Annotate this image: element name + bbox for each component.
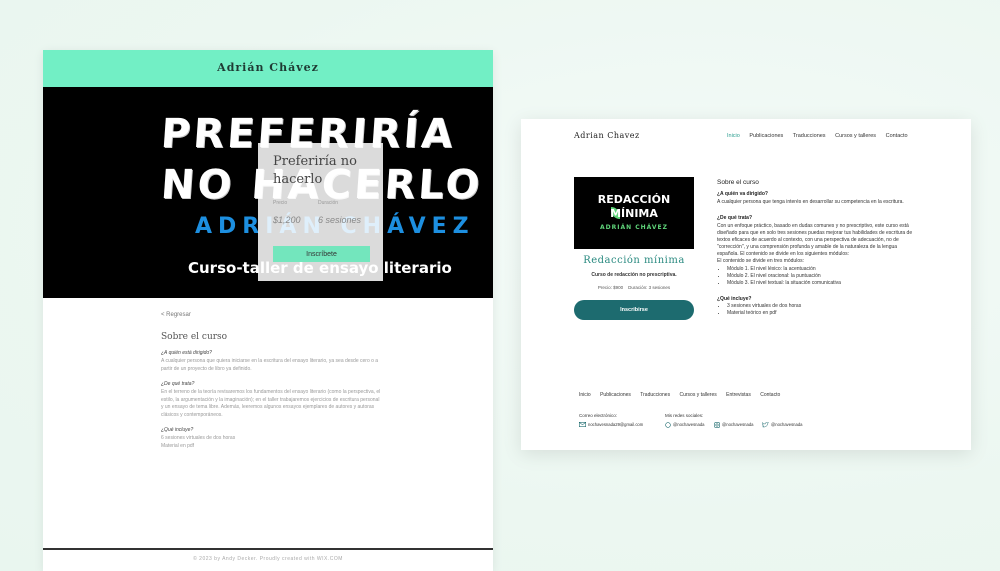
section-title: Sobre el curso (161, 332, 228, 342)
price-value: $1,200 (273, 215, 301, 225)
answer-audience: A cualquier persona que tenga interés en… (717, 199, 904, 205)
course-image: REDACCIÓN MÍNIMA ADRIÁN CHÁVEZ (574, 177, 694, 249)
footer-link-publicaciones[interactable]: Publicaciones (600, 392, 631, 398)
social-link-1[interactable]: @nochavesnada (665, 422, 705, 428)
include-item: Material teórico en pdf (727, 310, 917, 317)
social-handle: @nochavesnada (722, 422, 754, 428)
nav-link-traducciones[interactable]: Traducciones (793, 133, 826, 139)
include-item: 6 sesiones virtuales de dos horas (161, 435, 236, 441)
image-author: ADRIÁN CHÁVEZ (600, 224, 668, 231)
nav-links: Inicio Publicaciones Traducciones Cursos… (727, 133, 916, 139)
course-price: Precio: $900 (597, 285, 624, 290)
nav-link-inicio[interactable]: Inicio (727, 133, 740, 139)
about-column: Sobre el curso ¿A quién va dirigido? A c… (717, 179, 917, 317)
course-duration: Duración: 3 sesiones (628, 285, 671, 290)
left-course-body: < Regresar Sobre el curso ¿A quién está … (161, 312, 381, 450)
duration-value: 6 sesiones (318, 215, 362, 225)
course-meta: Precio: $900 Duración: 3 sesiones (574, 285, 694, 290)
instagram-icon (714, 422, 720, 428)
footer-link-cursos[interactable]: Cursos y talleres (679, 392, 716, 398)
left-site-mockup: Adrián Chávez PREFERIRÍA NO HACERLO ADRI… (43, 50, 493, 571)
image-title-line2: MÍNIMA (610, 207, 658, 220)
social-label: Mis redes sociales: (665, 413, 704, 418)
enroll-button[interactable]: Inscribirse (574, 300, 694, 320)
email-contact[interactable]: nochavesnada29@gmail.com (579, 422, 644, 428)
nav-link-contacto[interactable]: Contacto (886, 133, 908, 139)
price-label: Precio (273, 200, 288, 206)
left-header: Adrián Chávez (43, 50, 493, 88)
module-item: Módulo 2. El nivel oracional: la puntuac… (727, 273, 917, 280)
question-topic: ¿De qué trata? (161, 381, 195, 387)
footer-link-entrevistas[interactable]: Entrevistas (726, 392, 751, 398)
email-address: nochavesnada29@gmail.com (588, 422, 644, 427)
social-handle: @nochavesnada (673, 422, 705, 428)
question-topic: ¿De qué trata? (717, 215, 753, 221)
right-brand[interactable]: Adrian Chavez (574, 131, 640, 140)
module-item: Módulo 3. El nivel textual: la situación… (727, 280, 917, 287)
course-card: Preferiría no hacerlo Precio Duración $1… (258, 143, 383, 281)
twitter-icon (762, 422, 769, 428)
duration-label: Duración (318, 200, 339, 206)
about-title: Sobre el curso (717, 179, 759, 186)
social-link-2[interactable]: @nochavesnada (714, 422, 754, 428)
mail-icon (579, 422, 586, 428)
course-title: Redacción mínima (583, 255, 685, 266)
footer-link-contacto[interactable]: Contacto (760, 392, 780, 398)
right-navbar: Adrian Chavez Inicio Publicaciones Tradu… (521, 119, 971, 159)
enroll-button[interactable]: Inscríbete (273, 246, 370, 262)
includes-list: 3 sesiones virtuales de dos horas Materi… (717, 303, 917, 317)
image-title-line1: REDACCIÓN (597, 193, 671, 206)
modules-list: Módulo 1. El nivel léxico: la acentuació… (717, 266, 917, 287)
question-includes: ¿Qué incluye? (717, 296, 752, 302)
question-includes: ¿Qué incluye? (161, 427, 194, 433)
course-subtitle: Curso de redacción no prescriptiva. (591, 272, 677, 278)
answer-topic: En el terreno de la teoría revisaremos l… (161, 389, 381, 418)
question-audience: ¿A quién va dirigido? (717, 191, 768, 197)
footer-nav: Inicio Publicaciones Traducciones Cursos… (579, 392, 788, 398)
threads-icon (665, 422, 671, 428)
nav-link-publicaciones[interactable]: Publicaciones (749, 133, 783, 139)
include-item: Material en pdf (161, 442, 195, 449)
right-site-mockup: Adrian Chavez Inicio Publicaciones Tradu… (521, 119, 971, 450)
left-footer: © 2023 by Andy Decker. Proudly created w… (43, 548, 493, 571)
card-title: Preferiría no hacerlo (273, 154, 357, 187)
answer-topic: Con un enfoque práctico, basado en dudas… (717, 223, 913, 257)
modules-intro: El contenido se divide en tres módulos: (717, 258, 804, 264)
include-item: 3 sesiones virtuales de dos horas (727, 303, 917, 310)
module-item: Módulo 1. El nivel léxico: la acentuació… (727, 266, 917, 273)
social-link-3[interactable]: @nochavesnada (762, 422, 803, 428)
footer-text: © 2023 by Andy Decker. Proudly created w… (193, 556, 343, 562)
question-audience: ¿A quién está dirigido? (161, 350, 212, 356)
footer-link-traducciones[interactable]: Traducciones (640, 392, 670, 398)
left-brand[interactable]: Adrián Chávez (43, 61, 493, 74)
back-link[interactable]: < Regresar (161, 312, 381, 318)
answer-audience: A cualquier persona que quiera iniciarse… (161, 358, 379, 372)
nav-link-cursos[interactable]: Cursos y talleres (835, 133, 876, 139)
email-label: Correo electrónico: (579, 413, 618, 418)
social-handle: @nochavesnada (771, 422, 803, 428)
footer-link-inicio[interactable]: Inicio (579, 392, 591, 398)
